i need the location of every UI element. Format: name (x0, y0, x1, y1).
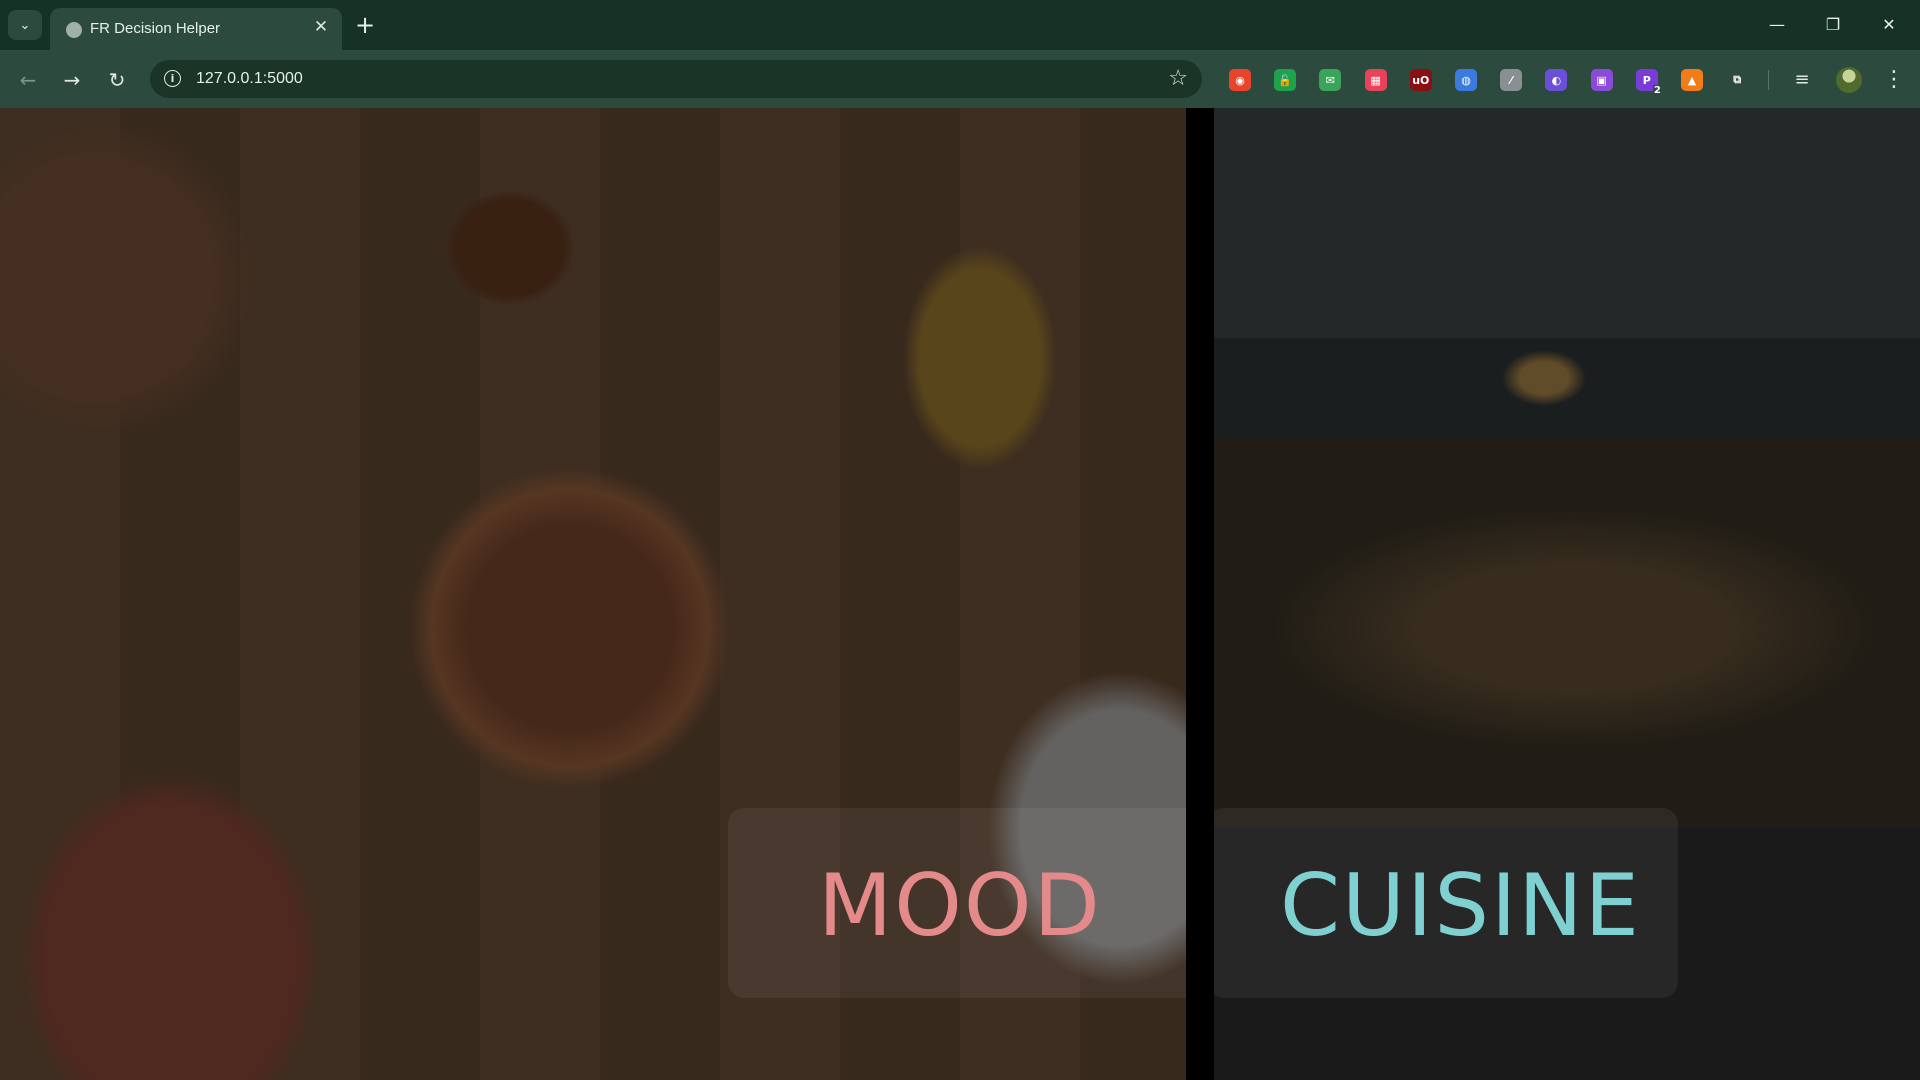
extension-mail-icon[interactable]: ✉ (1319, 69, 1342, 91)
url-text[interactable]: 127.0.0.1:5000 (196, 70, 303, 88)
active-tab[interactable]: FR Decision Helper ✕ (50, 8, 342, 50)
restore-button[interactable]: ❐ (1810, 10, 1856, 40)
extensions-puzzle-icon-glyph: ⧉ (1733, 73, 1742, 86)
extension-shield-icon-glyph: ◐ (1551, 73, 1562, 87)
extension-purple-p-icon[interactable]: P2 (1635, 69, 1662, 96)
site-info-icon[interactable]: i (164, 70, 181, 87)
extension-purple-p-icon-glyph: P (1642, 73, 1651, 87)
extension-green-lock-icon-glyph: 🔓 (1278, 73, 1293, 87)
extension-gray-slash-icon[interactable]: ⁄ (1500, 69, 1523, 91)
extension-pink-calendar-icon-glyph: ▦ (1370, 73, 1381, 87)
reload-icon[interactable]: ↻ (101, 64, 133, 96)
extension-pink-calendar-icon[interactable]: ▦ (1364, 69, 1387, 91)
extension-red-record-icon[interactable]: ◉ (1229, 69, 1251, 91)
address-bar[interactable]: i 127.0.0.1:5000 ☆ (150, 60, 1202, 98)
extension-camera-icon-glyph: ◍ (1461, 73, 1471, 87)
mood-label[interactable]: MOOD (818, 856, 1102, 956)
browser-menu-icon[interactable]: ⋮ (1882, 64, 1906, 96)
cuisine-label[interactable]: CUISINE (1280, 856, 1641, 956)
minimize-button[interactable]: — (1754, 10, 1800, 40)
extension-red-record-icon-glyph: ◉ (1235, 73, 1245, 87)
toolbar-divider (1768, 70, 1769, 90)
extension-gray-slash-icon-glyph: ⁄ (1510, 73, 1513, 87)
close-window-button[interactable]: ✕ (1866, 10, 1912, 40)
tab-strip: ⌄ FR Decision Helper ✕ + — ❐ ✕ (0, 0, 1920, 50)
extension-ublock-icon-glyph: uO (1412, 73, 1430, 87)
forward-arrow-icon[interactable]: → (56, 64, 88, 96)
mood-panel[interactable]: MOOD (0, 108, 1186, 1080)
extension-mail-icon-glyph: ✉ (1325, 73, 1335, 87)
extension-ublock-icon[interactable]: uO (1409, 69, 1432, 91)
chevron-down-icon: ⌄ (19, 17, 31, 33)
profile-avatar[interactable] (1836, 67, 1862, 93)
globe-icon (64, 20, 84, 40)
extension-shield-icon[interactable]: ◐ (1545, 69, 1568, 91)
extension-twitch-icon[interactable]: ▣ (1590, 69, 1613, 91)
extension-badge: 2 (1652, 85, 1662, 96)
close-tab-icon[interactable]: ✕ (310, 16, 332, 38)
new-tab-button[interactable]: + (352, 12, 378, 38)
extension-green-lock-icon[interactable]: 🔓 (1274, 69, 1297, 91)
media-controls-icon[interactable]: ≡ (1786, 64, 1818, 96)
extensions-puzzle-icon[interactable]: ⧉ (1726, 69, 1749, 91)
tab-search-button[interactable]: ⌄ (8, 10, 42, 40)
extension-orange-flame-icon-glyph: ▲ (1687, 73, 1697, 87)
cuisine-panel[interactable]: CUISINE (1214, 108, 1920, 1080)
extension-camera-icon[interactable]: ◍ (1455, 69, 1477, 91)
browser-toolbar: ← → ↻ i 127.0.0.1:5000 ☆ ◉ 🔓 ✉ ▦ uO ◍ ⁄ ◐ ▣ P 2 ▲ ⧉ … (0, 50, 1920, 108)
page-viewport: MOOD CUISINE (0, 108, 1920, 1080)
extension-twitch-icon-glyph: ▣ (1596, 73, 1607, 87)
back-arrow-icon[interactable]: ← (12, 64, 44, 96)
extension-orange-flame-icon[interactable]: ▲ (1681, 69, 1703, 91)
tab-title: FR Decision Helper (90, 20, 221, 37)
bookmark-star-icon[interactable]: ☆ (1168, 66, 1188, 91)
